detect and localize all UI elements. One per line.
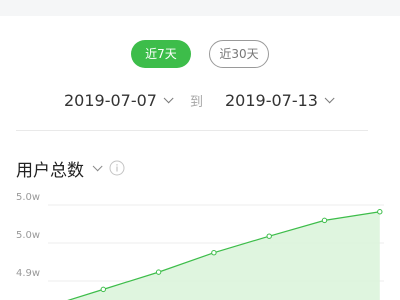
chart-point[interactable] [155,269,162,275]
chart-area-fill [48,211,380,300]
chart-point[interactable] [321,217,328,224]
chart-point[interactable] [266,233,272,239]
stats-card: 近7天 近30天 2019-07-07 到 2019-07-13 用户总数 5.… [0,16,400,300]
chart-point[interactable] [100,286,107,293]
chart-point[interactable] [211,250,217,256]
chart-point[interactable] [377,209,383,215]
user-total-chart [48,204,384,300]
